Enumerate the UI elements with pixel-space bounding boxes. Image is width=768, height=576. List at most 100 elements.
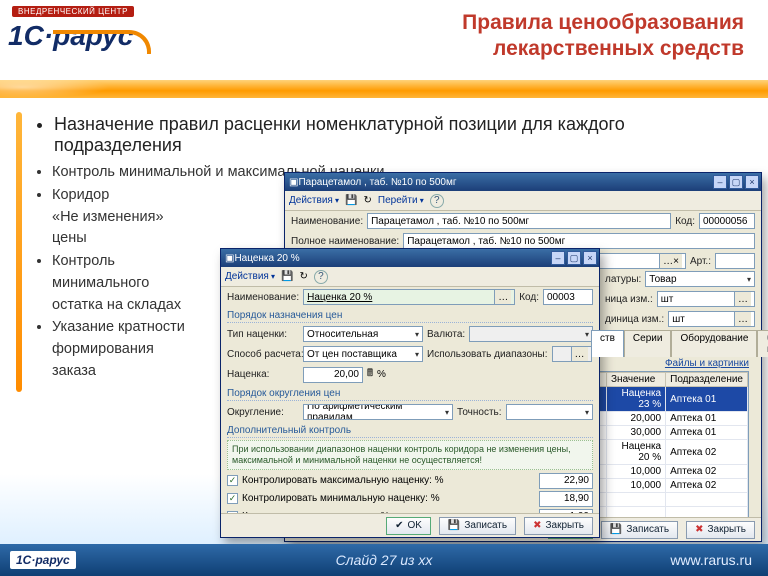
- slide-header: ВНЕДРЕНЧЕСКИЙ ЦЕНТР 1С·рарус Правила цен…: [0, 0, 768, 78]
- calc-icon[interactable]: 🖩: [367, 366, 373, 383]
- title-text: Парацетамол , таб. №10 по 500мг: [298, 177, 711, 188]
- input-markup[interactable]: 20,00: [303, 367, 363, 383]
- toolbar: Действия 💾 ↻ Перейти ?: [285, 191, 761, 211]
- label-ranges: Использовать диапазоны:: [427, 349, 548, 360]
- goto-menu[interactable]: Перейти: [378, 195, 424, 206]
- label-precision: Точность:: [457, 407, 502, 418]
- input-fullname[interactable]: Парацетамол , таб. №10 по 500мг: [403, 233, 755, 249]
- select-round[interactable]: По арифметическим правилам: [303, 404, 453, 420]
- slide-title: Правила ценообразования лекарственных ср…: [462, 10, 744, 78]
- ok-button[interactable]: ✔OK: [386, 517, 431, 535]
- bullet-sub-2: Коридор «Не изменения» цены: [52, 185, 292, 250]
- table-row[interactable]: Наценка 23 %Аптека 01: [593, 387, 748, 412]
- toolbar-save-icon[interactable]: 💾: [281, 271, 293, 282]
- slide-footer: 1С·рарус Слайд 27 из хх www.rarus.ru: [0, 544, 768, 576]
- hint-text: При использовании диапазонов наценки кон…: [227, 440, 593, 470]
- label-type: Тип наценки:: [227, 329, 299, 340]
- label-nomk: латуры:: [605, 274, 641, 285]
- tab-equipment[interactable]: Оборудование: [671, 330, 757, 357]
- bullet-top-1: Назначение правил расценки номенклатурно…: [54, 114, 744, 156]
- help-icon[interactable]: ?: [430, 194, 444, 208]
- input-name[interactable]: Парацетамол , таб. №10 по 500мг: [367, 213, 671, 229]
- window-icon: ▣: [289, 177, 298, 188]
- close-button[interactable]: ×: [583, 251, 597, 265]
- toolbar: Действия 💾 ↻ ?: [221, 267, 599, 287]
- input-unit[interactable]: шт…: [657, 291, 755, 307]
- label-fullname: Полное наименование:: [291, 236, 399, 247]
- help-icon[interactable]: ?: [314, 270, 328, 284]
- table-row[interactable]: Наценка 20 %Аптека 02: [593, 440, 748, 465]
- label-art: Арт.:: [690, 256, 711, 267]
- checkbox-icon[interactable]: ✓: [227, 475, 238, 486]
- header-stripe: [0, 80, 768, 98]
- save-button[interactable]: 💾Записать: [439, 517, 516, 535]
- actions-menu[interactable]: Действия: [289, 195, 339, 206]
- toolbar-refresh-icon[interactable]: ↻: [300, 271, 308, 282]
- table-row[interactable]: 10,000Аптека 02: [593, 479, 748, 493]
- label-name: Наименование:: [227, 292, 299, 303]
- maximize-button[interactable]: ▢: [729, 175, 743, 189]
- input-ranges[interactable]: …: [552, 346, 592, 362]
- table-row[interactable]: 20,000Аптека 01: [593, 412, 748, 426]
- input-art[interactable]: [715, 253, 755, 269]
- minimize-button[interactable]: –: [551, 251, 565, 265]
- tab-series[interactable]: Серии: [624, 330, 672, 357]
- footer-site: www.rarus.ru: [670, 552, 752, 568]
- input-code[interactable]: 00000056: [699, 213, 755, 229]
- lookup-unit[interactable]: …: [734, 292, 751, 306]
- toolbar-save-icon[interactable]: 💾: [345, 195, 357, 206]
- tabs: ств Серии Оборудование Состав набора: [591, 329, 749, 356]
- close-button-bar[interactable]: ✖Закрыть: [524, 517, 593, 535]
- actions-menu[interactable]: Действия: [225, 271, 275, 282]
- window-icon: ▣: [225, 253, 234, 264]
- input-code[interactable]: 00003: [543, 289, 593, 305]
- label-markup: Наценка:: [227, 369, 299, 380]
- logo-arrow-icon: [51, 30, 153, 54]
- label-method: Способ расчета:: [227, 349, 299, 360]
- lookup-button[interactable]: …: [494, 290, 511, 304]
- select-currency[interactable]: [469, 326, 593, 342]
- pct-label: %: [377, 369, 386, 380]
- lookup-button[interactable]: …×: [659, 254, 682, 268]
- window-markup: ▣ Наценка 20 % – ▢ × Действия 💾 ↻ ? Наим…: [220, 248, 600, 538]
- logo: ВНЕДРЕНЧЕСКИЙ ЦЕНТР 1С·рарус: [8, 6, 158, 68]
- label-name: Наименование:: [291, 216, 363, 227]
- table-row[interactable]: 10,000Аптека 02: [593, 465, 748, 479]
- input-nomk[interactable]: Товар: [645, 271, 755, 287]
- toolbar-refresh-icon[interactable]: ↻: [364, 195, 372, 206]
- input-name[interactable]: Наценка 20 %…: [303, 289, 515, 305]
- title-text: Наценка 20 %: [234, 253, 549, 264]
- check-min-markup[interactable]: ✓ Контролировать минимальную наценку: % …: [221, 490, 599, 508]
- input-max-markup[interactable]: 22,90: [539, 473, 593, 489]
- maximize-button[interactable]: ▢: [567, 251, 581, 265]
- titlebar-item[interactable]: ▣ Парацетамол , таб. №10 по 500мг – ▢ ×: [285, 173, 761, 191]
- table-row[interactable]: [593, 493, 748, 507]
- col-division[interactable]: Подразделение: [666, 373, 748, 387]
- link-files[interactable]: Файлы и картинки: [665, 358, 749, 369]
- tab-setcontent[interactable]: Состав набора: [757, 330, 768, 357]
- label-round: Округление:: [227, 407, 299, 418]
- select-method[interactable]: От цен поставщика: [303, 346, 423, 362]
- label-unit: ница изм.:: [605, 294, 653, 305]
- input-unit2[interactable]: шт…: [668, 311, 755, 327]
- section-extra: Дополнительный контроль: [227, 425, 593, 438]
- tab-props[interactable]: ств: [591, 330, 624, 357]
- check-max-markup[interactable]: ✓ Контролировать максимальную наценку: %…: [221, 472, 599, 490]
- lookup-ranges[interactable]: …: [571, 347, 588, 361]
- close-button-bar[interactable]: ✖Закрыть: [686, 521, 755, 539]
- close-button[interactable]: ×: [745, 175, 759, 189]
- minimize-button[interactable]: –: [713, 175, 727, 189]
- lookup-unit2[interactable]: …: [734, 312, 751, 326]
- col-value[interactable]: Значение: [607, 373, 666, 387]
- select-type[interactable]: Относительная: [303, 326, 423, 342]
- logo-badge: ВНЕДРЕНЧЕСКИЙ ЦЕНТР: [12, 6, 134, 17]
- input-min-markup[interactable]: 18,90: [539, 491, 593, 507]
- titlebar-markup[interactable]: ▣ Наценка 20 % – ▢ ×: [221, 249, 599, 267]
- save-button[interactable]: 💾Записать: [601, 521, 678, 539]
- checkbox-icon[interactable]: ✓: [227, 493, 238, 504]
- slide-title-line1: Правила ценообразования: [462, 10, 744, 36]
- table-row[interactable]: 30,000Аптека 01: [593, 426, 748, 440]
- pricing-grid[interactable]: Значение Подразделение Наценка 23 %Аптек…: [591, 371, 749, 522]
- footer-logo: 1С·рарус: [10, 551, 76, 569]
- select-precision[interactable]: [506, 404, 593, 420]
